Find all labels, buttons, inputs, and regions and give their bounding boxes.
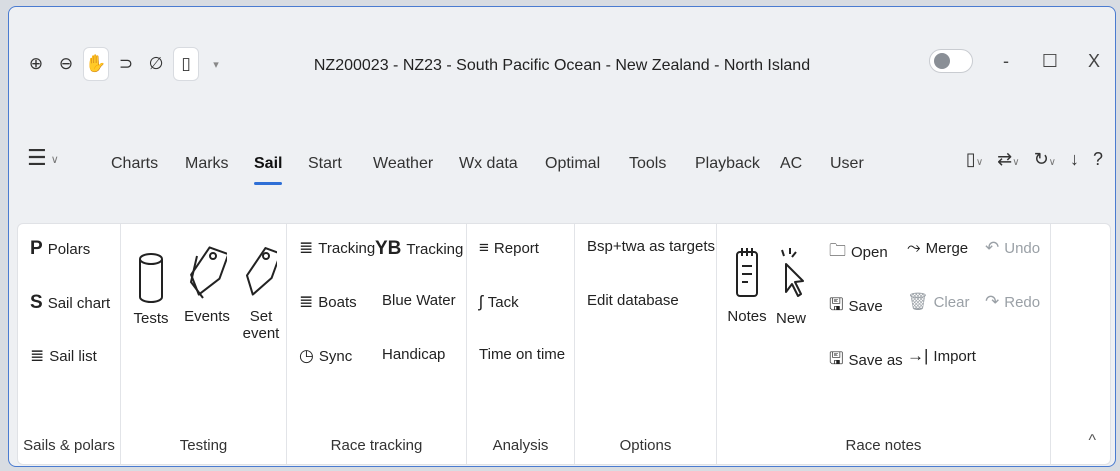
merge-icon: ⤳	[907, 238, 921, 257]
tab-marks[interactable]: Marks	[185, 155, 229, 173]
tab-playback[interactable]: Playback	[695, 155, 760, 173]
download-icon[interactable]: ↓	[1070, 149, 1079, 170]
sync-menu-icon[interactable]: ↻∨	[1034, 149, 1056, 170]
new-note-button[interactable]: New	[773, 248, 809, 327]
tab-start[interactable]: Start	[308, 155, 342, 173]
tab-ac[interactable]: AC	[780, 155, 802, 173]
report-button[interactable]: ≡ Report	[479, 238, 539, 258]
boats-button[interactable]: ≣ Boats	[299, 292, 357, 312]
group-label-sails-polars: Sails & polars	[23, 437, 115, 454]
collapse-ribbon-icon[interactable]: ^	[1088, 432, 1096, 450]
device-menu-icon[interactable]: ▯∨	[966, 149, 983, 170]
close-button[interactable]: X	[1083, 51, 1105, 72]
group-label-race-tracking: Race tracking	[330, 437, 423, 454]
group-testing: Tests Events Set event Testing	[121, 224, 287, 464]
group-race-tracking: ≣ Tracking YB Tracking ≣ Boats Blue Water ◷…	[287, 224, 467, 464]
window-controls: - ☐ X	[929, 49, 1105, 73]
undo-icon: ↶	[985, 238, 1000, 257]
active-tab-indicator	[254, 182, 282, 185]
help-icon[interactable]: ?	[1093, 149, 1103, 170]
sync-button[interactable]: ◷ Sync	[299, 346, 352, 366]
time-on-time-button[interactable]: Time on time	[479, 346, 565, 363]
pointer-new-icon	[781, 248, 804, 297]
polars-icon: P	[30, 238, 43, 259]
maximize-button[interactable]: ☐	[1039, 51, 1061, 72]
group-options: Bsp+twa as targets Edit database Options	[575, 224, 717, 464]
list-icon: ≣	[299, 292, 314, 311]
tab-wx-data[interactable]: Wx data	[459, 155, 518, 173]
title-bar: ⊕ ⊖ ✋ ⊃ ∅ ▯ ▾ NZ200023 - NZ23 - South Pa…	[9, 7, 1115, 97]
connection-menu-icon[interactable]: ⇄∨	[997, 149, 1019, 170]
group-label-testing: Testing	[179, 437, 228, 454]
cylinder-icon	[139, 253, 163, 303]
save-icon: 🖫	[829, 295, 844, 314]
clock-icon: ◷	[299, 346, 314, 365]
folder-open-icon: 🗀	[829, 241, 846, 260]
notes-button[interactable]: Notes	[727, 246, 767, 325]
tests-button[interactable]: Tests	[131, 252, 171, 327]
redo-button[interactable]: ↷ Redo	[985, 292, 1040, 312]
yb-logo-icon: YB	[375, 238, 402, 259]
tags-icon	[189, 246, 227, 299]
handicap-button[interactable]: Handicap	[382, 346, 445, 363]
group-label-analysis: Analysis	[492, 437, 549, 454]
group-sails-polars: P Polars S Sail chart ≣ Sail list Sails & p…	[18, 224, 121, 464]
group-analysis: ≡ Report ʃ Tack Time on time Analysis	[467, 224, 575, 464]
sail-list-button[interactable]: ≣ Sail list	[30, 346, 97, 366]
trash-icon: 🗑	[907, 292, 929, 311]
sail-chart-button[interactable]: S Sail chart	[30, 292, 110, 314]
tracking-button[interactable]: ≣ Tracking	[299, 238, 375, 258]
hamburger-menu-icon[interactable]: ☰ ∨	[27, 145, 59, 171]
save-as-button[interactable]: 🖫 Save as	[829, 346, 903, 375]
group-label-race-notes: Race notes	[845, 437, 922, 454]
save-as-icon: 🖫	[829, 349, 844, 368]
notepad-icon	[736, 248, 758, 297]
blue-water-button[interactable]: Blue Water	[382, 292, 456, 309]
open-button[interactable]: 🗀 Open	[829, 238, 888, 267]
theme-toggle[interactable]	[929, 49, 973, 73]
tack-icon: ʃ	[479, 292, 483, 311]
ribbon-tabs: ☰ ∨ Charts Marks Sail Start Weather Wx da…	[9, 127, 1115, 185]
chevron-down-icon: ∨	[50, 153, 59, 166]
import-icon: →|	[907, 346, 929, 365]
group-label-options: Options	[619, 437, 672, 454]
tab-optimal[interactable]: Optimal	[545, 155, 600, 173]
tab-charts[interactable]: Charts	[111, 155, 158, 173]
minimize-button[interactable]: -	[995, 51, 1017, 72]
import-button[interactable]: →| Import	[907, 346, 976, 366]
report-icon: ≡	[479, 238, 489, 257]
ribbon-panel: P Polars S Sail chart ≣ Sail list Sails & p…	[17, 223, 1111, 465]
undo-button[interactable]: ↶ Undo	[985, 238, 1040, 258]
set-event-button[interactable]: Set event	[239, 244, 283, 342]
tab-user[interactable]: User	[830, 155, 864, 173]
sail-chart-icon: S	[30, 292, 43, 313]
numbered-list-icon: ≣	[299, 238, 314, 257]
tab-sail[interactable]: Sail	[254, 155, 282, 173]
tab-weather[interactable]: Weather	[373, 155, 433, 173]
tag-icon	[245, 247, 277, 296]
list-icon: ≣	[30, 346, 45, 365]
polars-button[interactable]: P Polars	[30, 238, 90, 260]
tab-right-icons: ▯∨ ⇄∨ ↻∨ ↓ ?	[966, 149, 1103, 170]
redo-icon: ↷	[985, 292, 1000, 311]
tack-button[interactable]: ʃ Tack	[479, 292, 519, 312]
edit-database-button[interactable]: Edit database	[587, 292, 679, 309]
merge-button[interactable]: ⤳ Merge	[907, 238, 968, 258]
save-button[interactable]: 🖫 Save	[829, 292, 883, 321]
tab-tools[interactable]: Tools	[629, 155, 666, 173]
yb-tracking-button[interactable]: YB Tracking	[375, 238, 463, 260]
group-race-notes: Notes New 🗀 Open ⤳ Merge ↶ Undo 🖫 Save 🗑 Clea…	[717, 224, 1051, 464]
bsp-twa-targets-button[interactable]: Bsp+twa as targets	[587, 238, 715, 255]
clear-button[interactable]: 🗑 Clear	[907, 292, 969, 312]
app-window: ⊕ ⊖ ✋ ⊃ ∅ ▯ ▾ NZ200023 - NZ23 - South Pa…	[8, 6, 1116, 467]
events-button[interactable]: Events	[181, 244, 233, 325]
